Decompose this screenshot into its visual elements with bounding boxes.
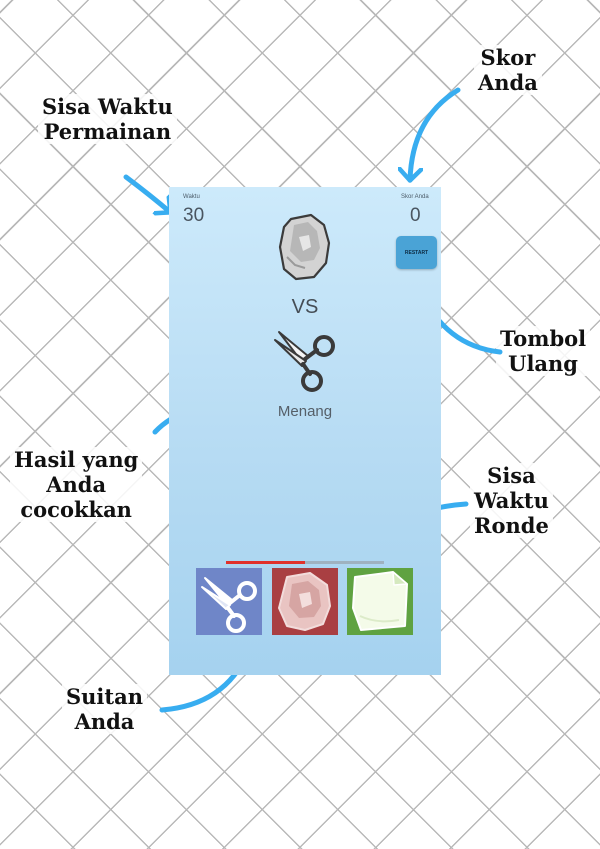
rock-icon bbox=[278, 213, 331, 281]
arrow-score bbox=[410, 87, 461, 180]
result-text: Menang bbox=[277, 403, 333, 420]
paper-icon bbox=[352, 571, 408, 631]
scissors-choice-button[interactable] bbox=[196, 568, 262, 635]
round-timer-bar bbox=[226, 561, 384, 564]
scissors-icon bbox=[201, 577, 257, 633]
game-screen: Waktu 30 Skor Anda 0 RESTART VS Menang bbox=[169, 187, 441, 675]
rock-icon bbox=[278, 572, 331, 631]
score-label: Skor Anda bbox=[401, 194, 429, 200]
time-value: 30 bbox=[183, 205, 205, 226]
vs-label: VS bbox=[291, 296, 319, 318]
arrow-game-time bbox=[123, 174, 170, 212]
round-timer-fill bbox=[226, 561, 305, 564]
time-label: Waktu bbox=[183, 194, 200, 200]
scissors-icon bbox=[274, 331, 335, 392]
rock-choice-button[interactable] bbox=[272, 568, 338, 635]
paper-choice-button[interactable] bbox=[347, 568, 413, 635]
restart-button[interactable]: RESTART bbox=[396, 236, 437, 269]
score-value: 0 bbox=[410, 205, 421, 226]
